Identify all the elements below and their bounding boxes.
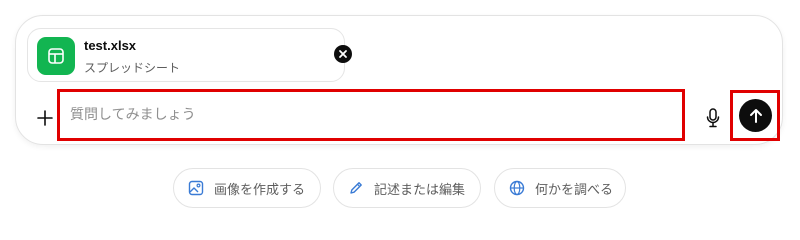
microphone-icon xyxy=(706,108,720,128)
spreadsheet-icon xyxy=(37,37,75,75)
pencil-icon xyxy=(350,182,362,194)
voice-input-button[interactable] xyxy=(701,105,725,131)
remove-attachment-button[interactable] xyxy=(334,45,352,63)
close-icon xyxy=(339,50,347,58)
prompt-input[interactable] xyxy=(57,89,685,141)
suggestion-chips: 画像を作成する 記述または編集 何かを調べる xyxy=(0,168,800,208)
globe-icon xyxy=(509,180,525,196)
chip-label: 何かを調べる xyxy=(535,182,614,198)
attachment-file-name: test.xlsx xyxy=(84,38,137,53)
create-image-chip[interactable]: 画像を作成する xyxy=(173,168,321,208)
file-attachment[interactable]: test.xlsx スプレッドシート xyxy=(27,28,352,82)
plus-icon xyxy=(37,110,53,126)
message-composer: test.xlsx スプレッドシート xyxy=(15,15,783,145)
search-something-chip[interactable]: 何かを調べる xyxy=(494,168,626,208)
write-or-edit-chip[interactable]: 記述または編集 xyxy=(333,168,481,208)
chip-label: 記述または編集 xyxy=(374,182,466,198)
send-button[interactable] xyxy=(739,99,772,132)
image-icon xyxy=(188,180,204,196)
attachment-file-type: スプレッドシート xyxy=(84,61,181,75)
chip-label: 画像を作成する xyxy=(214,182,306,198)
send-button-highlight xyxy=(730,90,780,141)
add-attachment-button[interactable] xyxy=(33,104,57,132)
arrow-up-icon xyxy=(749,108,762,123)
